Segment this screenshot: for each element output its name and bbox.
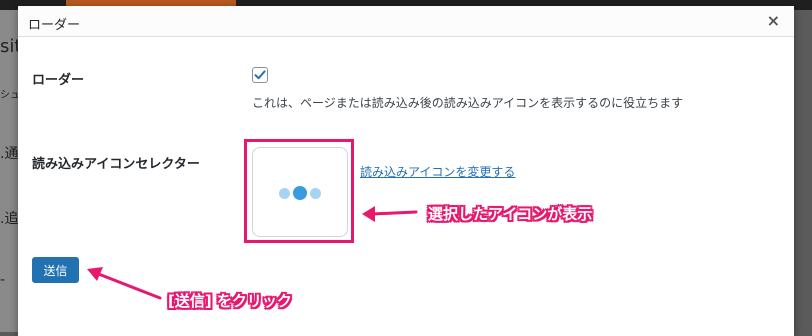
loader-label: ローダー xyxy=(32,73,85,88)
loading-dot-icon xyxy=(293,186,307,200)
submit-button[interactable]: 送信 xyxy=(32,257,79,283)
modal-title: ローダー xyxy=(28,18,81,33)
loading-dot-icon xyxy=(310,188,321,199)
loading-dot-icon xyxy=(279,188,290,199)
modal-header: ローダー × xyxy=(18,6,794,37)
loader-checkbox[interactable] xyxy=(252,67,268,83)
checkmark-icon xyxy=(254,70,266,80)
loading-icon-preview[interactable] xyxy=(252,147,348,237)
annotation-click-submit: [送信] をクリック xyxy=(168,292,292,310)
annotation-icon-shown: 選択したアイコンが表示 xyxy=(428,205,593,223)
change-loading-icon-link[interactable]: 読み込みアイコンを変更する xyxy=(360,163,515,180)
icon-selector-label: 読み込みアイコンセレクター xyxy=(32,157,200,172)
background-fragment: .追 xyxy=(0,211,19,227)
background-fragment: .通 xyxy=(0,146,19,162)
background-fragment: - xyxy=(0,272,6,288)
background-fragment: シュ xyxy=(0,90,20,101)
loader-modal: ローダー × ローダー これは、ページまたは読み込み後の読み込みアイコンを表示す… xyxy=(18,6,794,336)
close-icon[interactable]: × xyxy=(767,11,780,31)
loader-description: これは、ページまたは読み込み後の読み込みアイコンを表示するのに役立ちます xyxy=(252,96,684,110)
